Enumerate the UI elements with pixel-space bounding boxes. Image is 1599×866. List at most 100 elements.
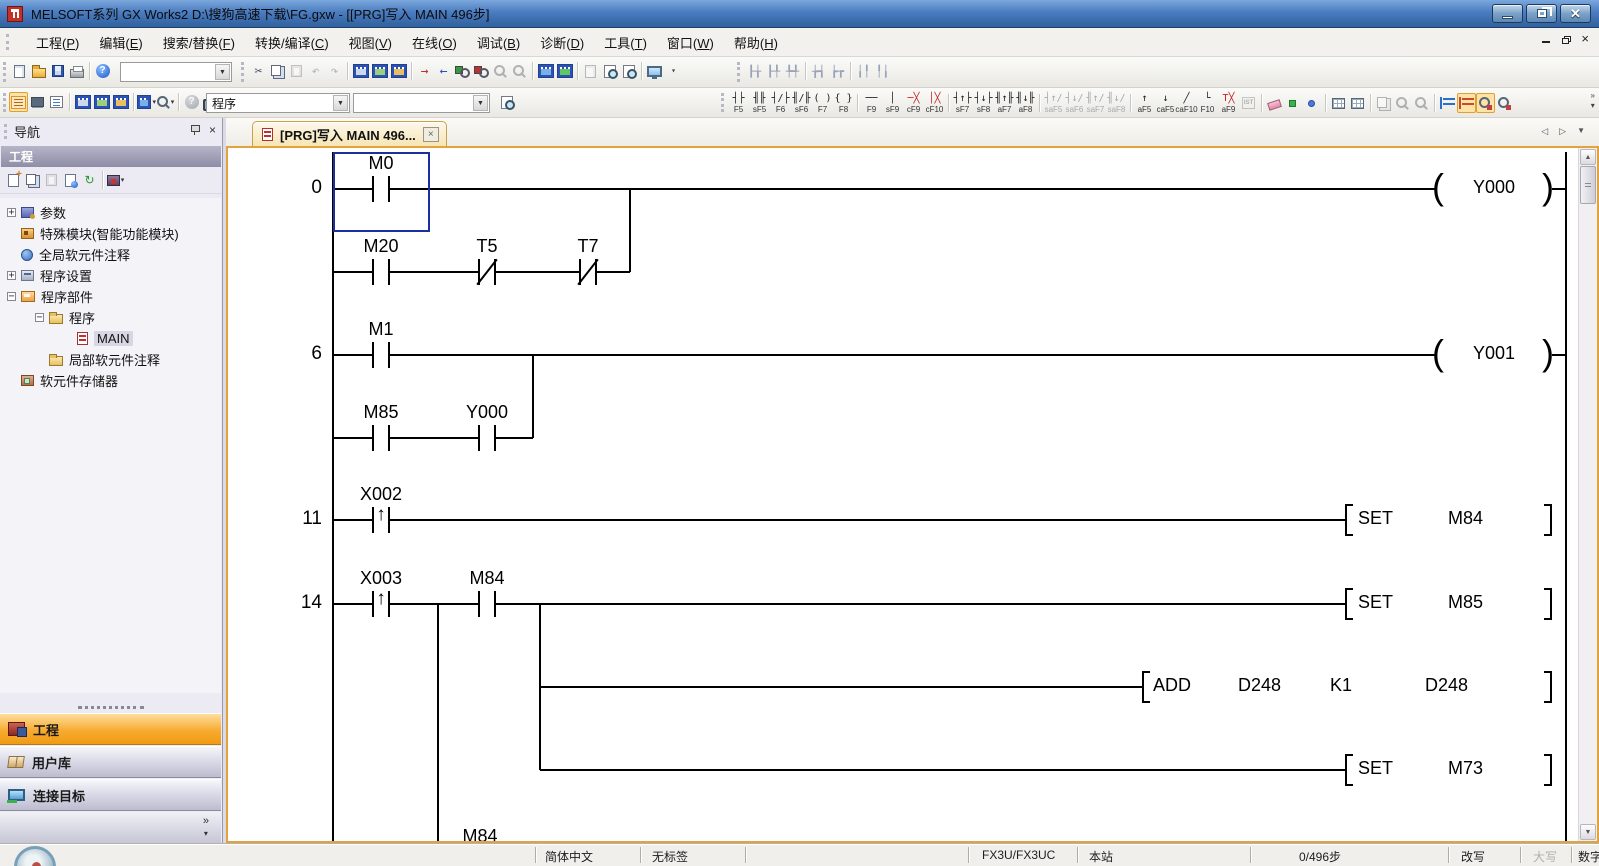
ladder-instruction[interactable]: M84 — [1448, 508, 1483, 529]
ladder-wave-gray-1-icon[interactable]: ╽╿ — [854, 61, 873, 81]
tree-expander-icon[interactable]: + — [7, 271, 16, 280]
scroll-up-icon[interactable]: ▲ — [1580, 149, 1596, 165]
restore-button[interactable] — [1526, 4, 1557, 23]
nav-splitter[interactable] — [0, 703, 221, 712]
ladder-symbol-sF7-button[interactable]: ┤↑├sF7 — [952, 93, 973, 114]
new-file-icon[interactable] — [10, 61, 29, 81]
ladder-instruction[interactable]: M73 — [1448, 758, 1483, 779]
close-button[interactable]: ✕ — [1560, 4, 1591, 23]
ladder-coil[interactable]: Y001 — [1454, 343, 1534, 364]
tree-expander-icon[interactable]: − — [35, 313, 44, 322]
coil-eraser-icon[interactable] — [1303, 93, 1322, 113]
ladder-symbol-cF10-button[interactable]: │╳cF10 — [924, 93, 945, 114]
tree-item-parameter[interactable]: +参数 — [0, 202, 221, 223]
navigation-window-icon[interactable] — [9, 92, 28, 112]
ladder-symbol-F5-button[interactable]: ┤├F5 — [728, 93, 749, 114]
contact-bar[interactable] — [388, 259, 390, 285]
melsoft-app-icon[interactable] — [7, 6, 23, 22]
device-batch-icon[interactable] — [111, 92, 130, 112]
contact-bar[interactable] — [478, 425, 480, 451]
ladder-instruction[interactable]: K1 — [1330, 675, 1352, 696]
ladder-editor[interactable]: M0M20T5T7M1M85Y000X002↑X003↑M84()Y000()Y… — [228, 148, 1578, 841]
ladder-coil[interactable]: Y000 — [1454, 177, 1534, 198]
tree-item-program[interactable]: −程序 — [0, 307, 221, 328]
device-comment-display-icon[interactable] — [73, 92, 92, 112]
nav-new-icon[interactable] — [4, 170, 23, 190]
ladder-instruction[interactable]: D248 — [1425, 675, 1468, 696]
nav-button-project[interactable]: 工程 — [0, 713, 221, 745]
device-test-icon[interactable] — [555, 61, 574, 81]
tab-main-program[interactable]: [PRG]写入 MAIN 496... × — [252, 121, 447, 146]
copy-icon[interactable] — [268, 61, 287, 81]
tree-expander-icon[interactable]: + — [7, 208, 16, 217]
nav-copy-icon[interactable] — [23, 170, 42, 190]
ladder-symbol-caF10-button[interactable]: ╱caF10 — [1176, 93, 1197, 114]
ladder-edit-gray-2-icon[interactable]: ┢┲ — [828, 61, 847, 81]
program-doc-read-icon[interactable] — [619, 61, 638, 81]
tab-scroll-right-icon[interactable]: ▷ — [1559, 126, 1566, 137]
ladder-symbol-F9-button[interactable]: ──F9 — [861, 93, 882, 114]
menu-item-tools[interactable]: 工具(T) — [594, 29, 657, 56]
remote-operation-icon[interactable] — [472, 61, 491, 81]
ladder-symbol-sF6-button[interactable]: ╢/╟sF6 — [791, 93, 812, 114]
menu-item-online[interactable]: 在线(O) — [402, 29, 467, 56]
contact-bar[interactable] — [388, 342, 390, 368]
ladder-symbol-sF8-button[interactable]: ┤↓├sF8 — [973, 93, 994, 114]
quick-access-combo[interactable]: ▼ — [120, 62, 232, 82]
open-file-icon[interactable] — [29, 61, 48, 81]
device-batch-monitor-icon[interactable] — [536, 61, 555, 81]
tree-item-global-comment[interactable]: 全局软元件注释 — [0, 244, 221, 265]
nav-refresh-icon[interactable]: ↻ — [80, 170, 99, 190]
program-doc-write-icon[interactable] — [600, 61, 619, 81]
contact-bar[interactable] — [372, 425, 374, 451]
ladder-branch-gray-3-icon[interactable]: ╄╃ — [783, 61, 802, 81]
edit-eraser-icon[interactable] — [1265, 93, 1284, 113]
zoom-doc-icon[interactable] — [497, 92, 516, 112]
device-table-1-icon[interactable] — [1329, 93, 1348, 113]
menu-item-edit[interactable]: 编辑(E) — [89, 29, 152, 56]
ladder-symbol-F8-button[interactable]: { }F8 — [833, 93, 854, 114]
mdi-close-button[interactable]: × — [1581, 34, 1589, 48]
nav-close-icon[interactable]: × — [209, 125, 216, 135]
nav-more-button[interactable]: » ▾ — [203, 815, 209, 840]
ladder-symbol-F7-button[interactable]: ( )F7 — [812, 93, 833, 114]
vertical-scrollbar[interactable]: ▲ ▼ — [1578, 148, 1597, 841]
tree-item-pou[interactable]: −程序部件 — [0, 286, 221, 307]
ladder-symbol-aF7-button[interactable]: ╢↑╟aF7 — [994, 93, 1015, 114]
pin-icon[interactable] — [190, 124, 200, 135]
device-display-icon[interactable]: ▾ — [137, 92, 156, 112]
ladder-search-1-icon[interactable] — [1476, 93, 1495, 113]
target-combo[interactable]: 程序 ▼ — [206, 93, 350, 113]
print-icon[interactable] — [67, 61, 86, 81]
minimize-button[interactable] — [1492, 4, 1523, 23]
function-block-icon[interactable] — [28, 92, 47, 112]
ladder-instruction[interactable]: D248 — [1238, 675, 1281, 696]
save-icon[interactable] — [48, 61, 67, 81]
ladder-symbol-F10-button[interactable]: └F10 — [1197, 93, 1218, 114]
ladder-symbol-aF5-button[interactable]: ↑aF5 — [1134, 93, 1155, 114]
ladder-instruction[interactable]: ADD — [1153, 675, 1191, 696]
menu-item-help[interactable]: 帮助(H) — [724, 29, 788, 56]
combo-dropdown-icon[interactable]: ▼ — [215, 64, 230, 80]
window-combo-dropdown-icon[interactable]: ▼ — [473, 95, 488, 111]
contact-bar[interactable] — [372, 259, 374, 285]
ladder-contact[interactable] — [373, 270, 389, 274]
ladder-symbol-sF9-button[interactable]: │sF9 — [882, 93, 903, 114]
toolbar1-overflow-icon[interactable]: ▾ — [664, 61, 683, 81]
mdi-restore-button[interactable] — [1562, 34, 1569, 48]
ladder-contact[interactable] — [373, 353, 389, 357]
cut-icon[interactable]: ✂ — [249, 61, 268, 81]
device-comment-icon[interactable] — [351, 61, 370, 81]
nav-button-connection[interactable]: 连接目标 — [0, 779, 221, 811]
contact-bar[interactable] — [388, 425, 390, 451]
tree-item-special-module[interactable]: 特殊模块(智能功能模块) — [0, 223, 221, 244]
ladder-symbol-caF5-button[interactable]: ↓caF5 — [1155, 93, 1176, 114]
ladder-symbol-F6-button[interactable]: ┤/├F6 — [770, 93, 791, 114]
contact-eraser-icon[interactable] — [1284, 93, 1303, 113]
ladder-symbol-cF9-button[interactable]: ─╳cF9 — [903, 93, 924, 114]
ladder-instruction[interactable]: SET — [1358, 592, 1393, 613]
ladder-edit-active-icon[interactable] — [1457, 93, 1476, 113]
mdi-minimize-button[interactable] — [1542, 34, 1550, 48]
target-combo-dropdown-icon[interactable]: ▼ — [333, 95, 348, 111]
remote-monitor-icon[interactable] — [645, 61, 664, 81]
